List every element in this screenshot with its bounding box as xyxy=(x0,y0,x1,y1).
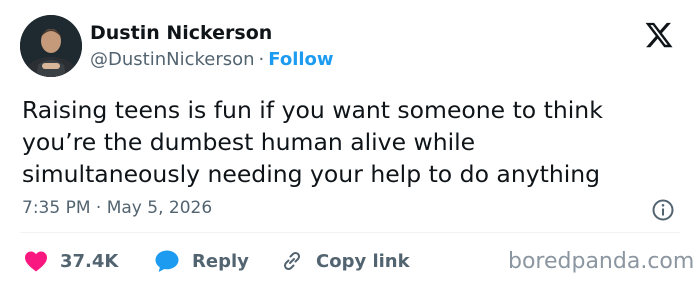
info-icon[interactable] xyxy=(651,198,675,222)
tweet-timestamp[interactable]: 7:35 PM · May 5, 2026 xyxy=(22,198,212,218)
author-handle[interactable]: @DustinNickerson xyxy=(90,49,255,70)
x-logo-icon[interactable] xyxy=(643,20,675,50)
avatar[interactable] xyxy=(20,15,82,77)
copy-link-label: Copy link xyxy=(316,250,410,272)
tweet-line: you’re the dumbest human alive while xyxy=(22,128,476,156)
watermark: boredpanda.com xyxy=(508,249,695,274)
like-button[interactable]: 37.4K xyxy=(24,248,118,274)
like-count: 37.4K xyxy=(60,250,119,272)
tweet-line: simultaneously needing your help to do a… xyxy=(22,160,601,188)
separator-dot: · xyxy=(258,49,265,70)
reply-button[interactable]: Reply xyxy=(154,248,249,274)
avatar-photo xyxy=(20,15,82,77)
author-handle-row: @DustinNickerson · Follow xyxy=(90,49,334,70)
tweet-text: Raising teens is fun if you want someone… xyxy=(22,94,682,190)
reply-bubble-icon xyxy=(155,250,179,272)
author-name[interactable]: Dustin Nickerson xyxy=(90,22,272,44)
copy-link-button[interactable]: Copy link xyxy=(280,248,410,274)
reply-label: Reply xyxy=(192,250,249,272)
divider xyxy=(20,232,680,233)
link-icon xyxy=(283,251,301,271)
tweet-line: Raising teens is fun if you want someone… xyxy=(22,96,603,124)
heart-icon xyxy=(25,251,47,272)
follow-button[interactable]: Follow xyxy=(268,49,333,70)
